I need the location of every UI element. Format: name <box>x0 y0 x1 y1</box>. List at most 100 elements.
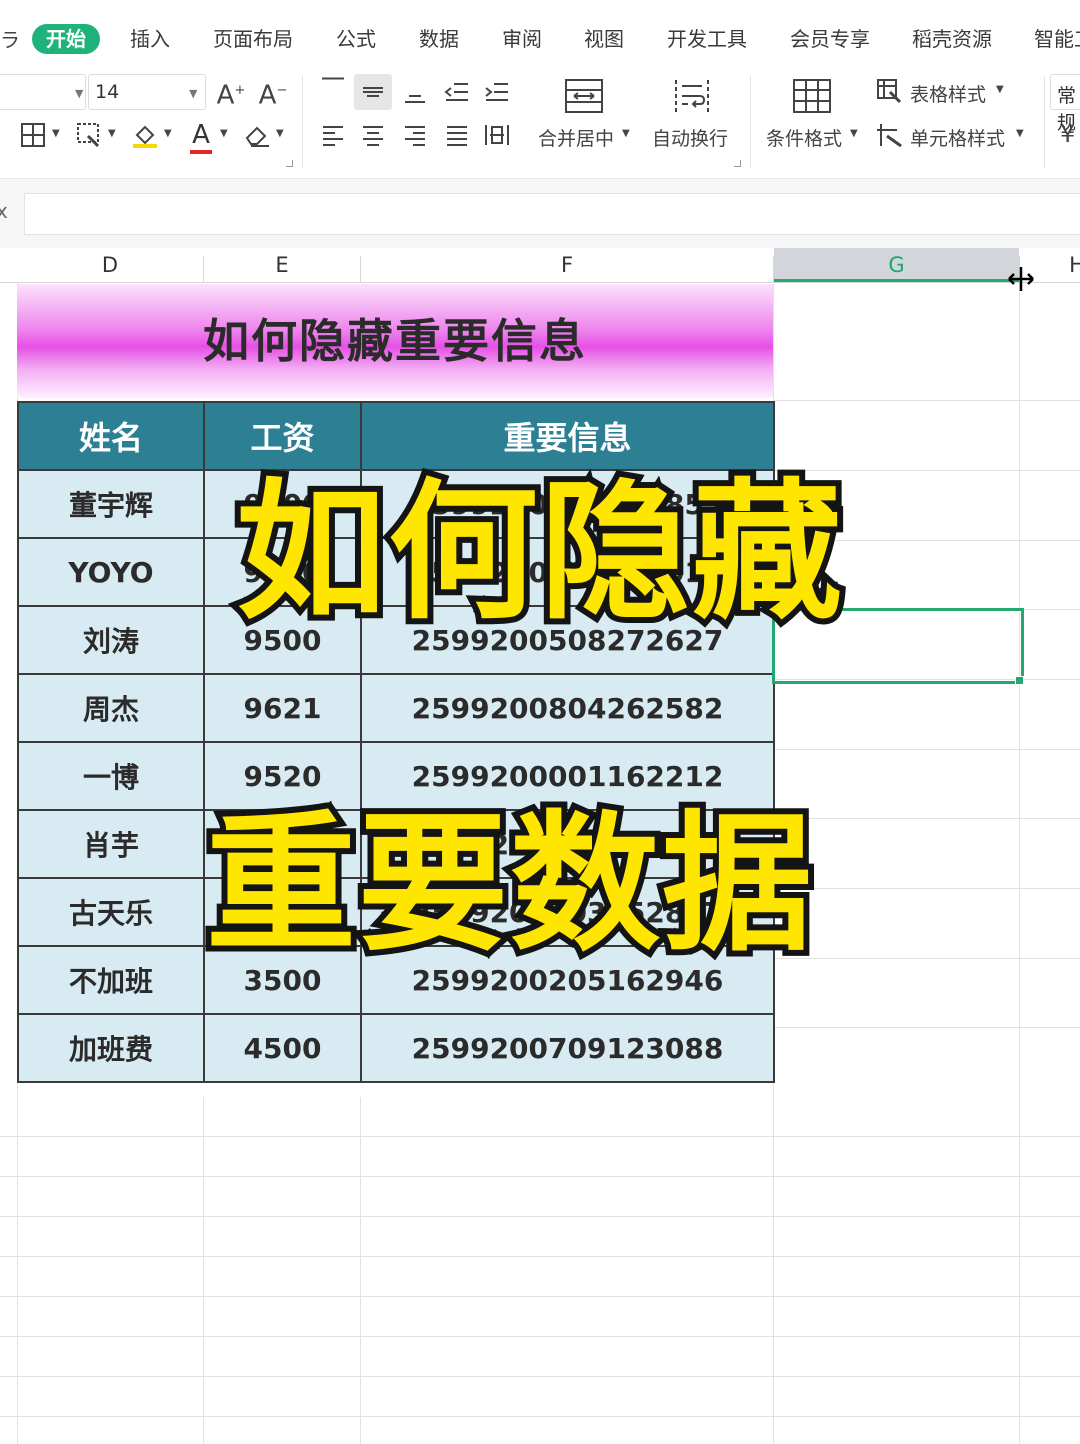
formula-input[interactable] <box>24 193 1080 235</box>
grid-line <box>0 1136 1080 1137</box>
decrease-indent-icon[interactable] <box>440 74 474 113</box>
name-cell[interactable]: 加班费 <box>17 1013 205 1083</box>
salary-cell[interactable]: 9621 <box>203 673 362 743</box>
number-format-dropdown[interactable]: 常规 <box>1050 74 1080 134</box>
cell-style-button[interactable]: 单元格样式 <box>910 124 1005 151</box>
fill-handle[interactable] <box>1015 676 1024 685</box>
separator <box>750 76 751 168</box>
conditional-format-button[interactable]: 条件格式 <box>766 124 842 151</box>
column-header-d[interactable]: D <box>17 248 203 282</box>
grid-line <box>773 958 1080 959</box>
alignment-settings-launcher[interactable] <box>734 160 741 167</box>
separator <box>302 76 303 168</box>
separator <box>1044 76 1045 168</box>
table-style-icon[interactable] <box>874 74 904 113</box>
name-cell[interactable]: 刘涛 <box>17 605 205 675</box>
grid-line <box>773 400 1080 401</box>
chevron-down-icon[interactable]: ▼ <box>164 128 172 139</box>
font-size-dropdown[interactable]: 14 ▼ <box>88 74 206 110</box>
grid-line <box>773 818 1080 819</box>
justify-icon[interactable] <box>440 118 474 156</box>
increase-font-icon[interactable]: A+ <box>214 74 248 113</box>
table-row: 周杰 9621 2599200804262582 <box>17 673 775 743</box>
chevron-down-icon: ▼ <box>189 87 198 100</box>
cell-format-brush-icon[interactable] <box>74 118 104 157</box>
grid-line <box>0 1176 1080 1177</box>
tab-smart-tools[interactable]: 智能工 <box>1034 24 1080 54</box>
align-center-icon[interactable] <box>356 118 390 156</box>
chevron-down-icon[interactable]: ▼ <box>996 84 1004 95</box>
info-cell[interactable]: 2599200804262582 <box>360 673 775 743</box>
column-header-e[interactable]: E <box>204 248 360 282</box>
title-cell[interactable]: 如何隐藏重要信息 <box>17 284 773 398</box>
menu-tab-partial[interactable]: ラ <box>0 24 20 53</box>
chevron-down-icon[interactable]: ▼ <box>108 128 116 139</box>
wrap-text-icon[interactable] <box>670 76 714 116</box>
tab-insert[interactable]: 插入 <box>130 24 170 54</box>
fill-color-icon[interactable] <box>130 118 160 158</box>
header-name[interactable]: 姓名 <box>17 401 205 471</box>
tab-formulas[interactable]: 公式 <box>336 24 376 54</box>
font-settings-launcher[interactable] <box>286 160 293 167</box>
align-right-icon[interactable] <box>398 118 432 156</box>
tab-page-layout[interactable]: 页面布局 <box>213 24 293 54</box>
font-size-value: 14 <box>95 81 120 103</box>
tab-data[interactable]: 数据 <box>419 24 459 54</box>
tab-docer-resources[interactable]: 稻壳资源 <box>912 24 992 54</box>
align-top-icon[interactable]: ⎺ <box>316 72 350 106</box>
grid-line <box>0 1296 1080 1297</box>
align-left-icon[interactable] <box>316 118 350 156</box>
grid-line <box>0 1416 1080 1417</box>
font-name-dropdown[interactable]: ▼ <box>0 74 86 110</box>
chevron-down-icon[interactable]: ▼ <box>276 128 284 139</box>
currency-icon[interactable]: ¥ <box>1060 120 1075 148</box>
name-cell[interactable]: 周杰 <box>17 673 205 743</box>
chevron-down-icon[interactable]: ▼ <box>1016 128 1024 139</box>
column-header-h[interactable]: H <box>1062 248 1080 282</box>
name-cell[interactable]: 肖芋 <box>17 809 205 879</box>
chevron-down-icon[interactable]: ▼ <box>850 128 858 139</box>
decrease-font-icon[interactable]: A− <box>256 74 290 113</box>
tab-view[interactable]: 视图 <box>584 24 624 54</box>
align-middle-icon[interactable] <box>354 74 392 110</box>
menu-bar: ラ 开始 插入 页面布局 公式 数据 审阅 视图 开发工具 会员专享 稻壳资源 … <box>0 0 1080 68</box>
ribbon-toolbar: ▼ 14 ▼ A+ A− ▼ ▼ ▼ A ▼ ▼ ⎺ 合并居中 ▼ 自动换行 条… <box>0 68 1080 178</box>
font-color-icon[interactable]: A <box>186 118 216 154</box>
distributed-align-icon[interactable] <box>480 118 514 156</box>
wrap-text-button[interactable]: 自动换行 <box>652 124 728 151</box>
name-cell[interactable]: 一博 <box>17 741 205 811</box>
align-bottom-icon[interactable] <box>398 76 432 115</box>
formula-bar: x <box>0 178 1080 249</box>
grid-line <box>0 1256 1080 1257</box>
chevron-down-icon[interactable]: ▼ <box>52 128 60 139</box>
table-style-button[interactable]: 表格样式 <box>910 80 986 107</box>
increase-indent-icon[interactable] <box>480 74 514 113</box>
grid-line <box>0 1336 1080 1337</box>
tab-home[interactable]: 开始 <box>32 24 100 54</box>
name-cell[interactable]: 不加班 <box>17 945 205 1015</box>
grid-line <box>203 1097 204 1444</box>
name-cell[interactable]: YOYO <box>17 537 205 607</box>
info-cell[interactable]: 2599200709123088 <box>360 1013 775 1083</box>
merge-center-icon[interactable] <box>562 76 606 116</box>
clear-eraser-icon[interactable] <box>242 118 272 157</box>
name-cell[interactable]: 古天乐 <box>17 877 205 947</box>
grid-line <box>773 1027 1080 1028</box>
column-header-f[interactable]: F <box>361 248 773 282</box>
fx-icon[interactable]: x <box>0 199 8 223</box>
cell-style-icon[interactable] <box>874 118 904 157</box>
chevron-down-icon[interactable]: ▼ <box>220 128 228 139</box>
grid-line <box>773 749 1080 750</box>
conditional-format-icon[interactable] <box>790 76 834 116</box>
salary-cell[interactable]: 4500 <box>203 1013 362 1083</box>
column-header-g[interactable]: G <box>774 248 1019 282</box>
tab-review[interactable]: 审阅 <box>502 24 542 54</box>
tab-member[interactable]: 会员专享 <box>790 24 870 54</box>
sheet-title: 如何隐藏重要信息 <box>203 314 587 368</box>
chevron-down-icon[interactable]: ▼ <box>622 128 630 139</box>
merge-center-button[interactable]: 合并居中 <box>538 124 614 151</box>
tab-developer[interactable]: 开发工具 <box>667 24 747 54</box>
border-icon[interactable] <box>18 118 48 157</box>
name-cell[interactable]: 董宇辉 <box>17 469 205 539</box>
grid-line <box>1019 283 1020 1444</box>
